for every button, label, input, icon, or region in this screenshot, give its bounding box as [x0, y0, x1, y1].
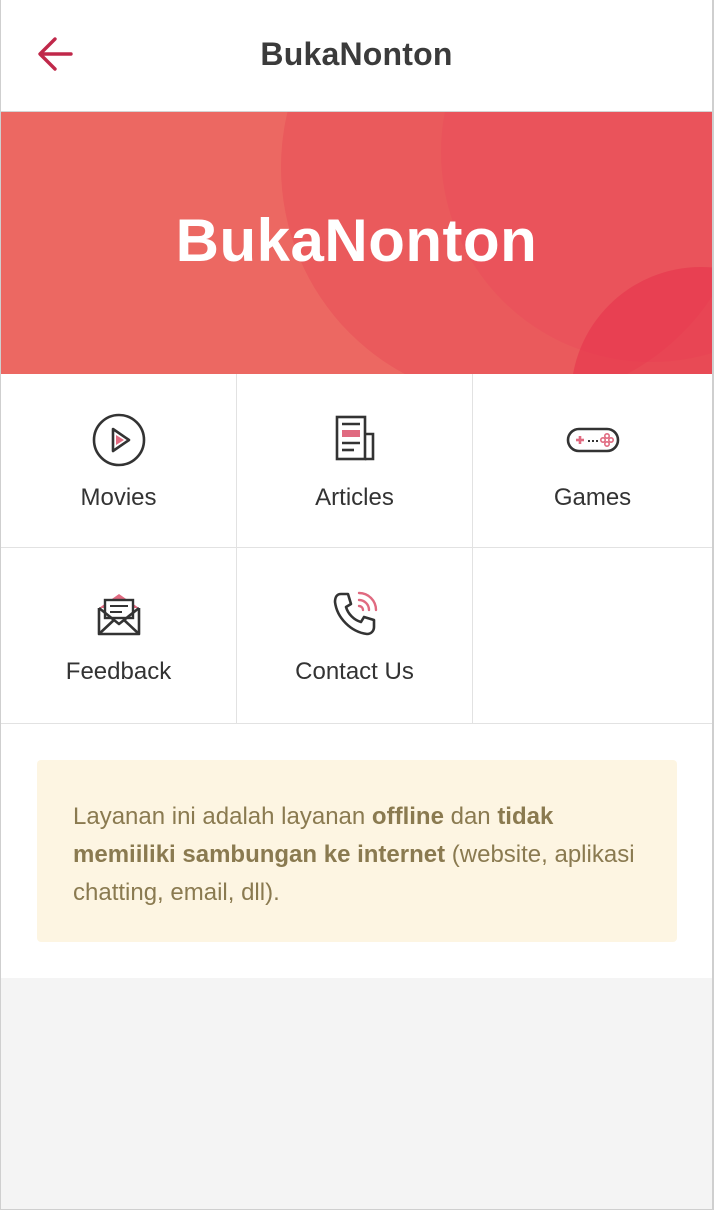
app-screen: BukaNonton BukaNonton Movies Articles Ga… — [0, 0, 714, 1210]
menu-item-feedback[interactable]: Feedback — [1, 548, 237, 724]
menu-item-label: Contact Us — [295, 658, 414, 685]
notice-text: Layanan ini adalah layanan — [73, 803, 372, 830]
play-circle-icon — [91, 412, 147, 468]
envelope-open-icon — [91, 586, 147, 642]
offline-notice: Layanan ini adalah layanan offline dan t… — [37, 760, 677, 942]
menu-item-label: Movies — [80, 484, 157, 511]
menu-item-label: Feedback — [65, 658, 172, 685]
gamepad-icon — [565, 412, 621, 468]
phone-ringing-icon — [327, 586, 383, 642]
brand-logo: BukaNonton — [175, 207, 538, 274]
notice-text: dan — [443, 803, 498, 830]
info-section: Layanan ini adalah layanan offline dan t… — [1, 724, 712, 978]
menu-item-movies[interactable]: Movies — [1, 374, 237, 548]
newspaper-icon — [327, 412, 383, 468]
menu-item-contact-us[interactable]: Contact Us — [237, 548, 473, 724]
menu-item-games[interactable]: Games — [473, 374, 712, 548]
page-title: BukaNonton — [260, 36, 453, 72]
menu-item-articles[interactable]: Articles — [237, 374, 473, 548]
menu-item-empty — [473, 548, 712, 724]
menu-grid: Movies Articles Games Feedback Contact U… — [1, 374, 712, 724]
app-bar: BukaNonton — [1, 0, 712, 112]
menu-item-label: Games — [553, 484, 632, 511]
notice-bold-offline: offline — [371, 803, 444, 830]
hero-banner: BukaNonton — [1, 112, 712, 374]
menu-item-label: Articles — [315, 484, 394, 511]
